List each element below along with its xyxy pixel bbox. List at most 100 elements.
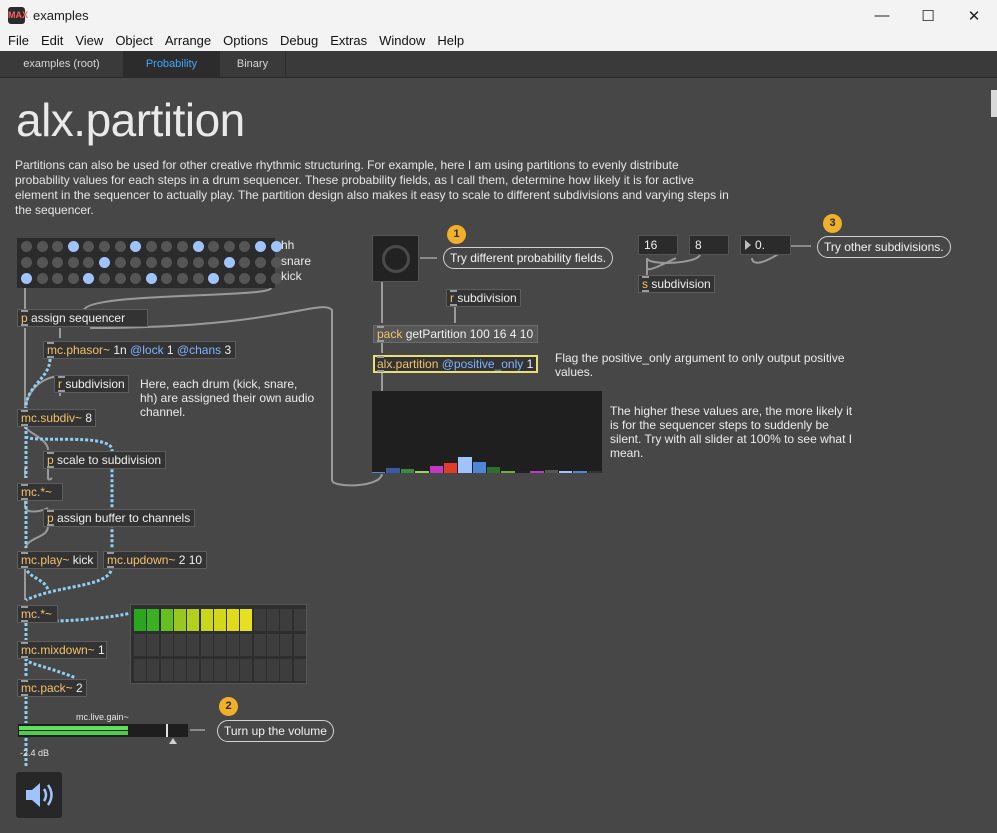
sequencer-step[interactable] xyxy=(177,273,188,284)
probability-multislider[interactable] xyxy=(372,391,602,473)
tab-examples-root[interactable]: examples (root) xyxy=(0,51,124,77)
mc-pack-object[interactable]: mc.pack~ 2 xyxy=(17,679,87,697)
gain-slider[interactable] xyxy=(18,724,188,737)
sequencer-step[interactable] xyxy=(255,241,266,252)
sequencer-step[interactable] xyxy=(130,257,142,268)
probability-bar[interactable] xyxy=(472,462,486,473)
sequencer-step[interactable] xyxy=(36,257,48,268)
sequencer-step[interactable] xyxy=(208,273,220,284)
minimize-button[interactable]: — xyxy=(859,0,905,31)
receive-subdivision-left[interactable]: r subdivision xyxy=(54,375,129,393)
sequencer-step[interactable] xyxy=(67,241,79,252)
sequencer-step[interactable] xyxy=(21,241,32,252)
float-number-box[interactable]: 0. xyxy=(740,235,791,255)
probability-bar[interactable] xyxy=(487,467,501,473)
number-box-16[interactable]: 16 xyxy=(638,235,678,255)
sequencer-step[interactable] xyxy=(255,257,266,268)
probability-bar[interactable] xyxy=(530,471,544,473)
sequencer-step[interactable] xyxy=(270,273,282,284)
gain-slider-thumb[interactable] xyxy=(166,724,168,737)
probability-bar[interactable] xyxy=(501,471,515,473)
menu-object[interactable]: Object xyxy=(109,31,159,51)
sequencer-step[interactable] xyxy=(67,273,79,284)
menu-edit[interactable]: Edit xyxy=(35,31,69,51)
sequencer-step[interactable] xyxy=(239,241,251,252)
menu-window[interactable]: Window xyxy=(373,31,431,51)
sequencer-step[interactable] xyxy=(36,273,48,284)
mc-updown-object[interactable]: mc.updown~ 2 10 xyxy=(103,551,207,569)
sequencer-step[interactable] xyxy=(99,273,110,284)
probability-bar[interactable] xyxy=(587,471,601,473)
sequencer-step[interactable] xyxy=(161,257,173,268)
alx-partition-object[interactable]: alx.partition @positive_only 1 xyxy=(373,355,538,373)
menu-options[interactable]: Options xyxy=(217,31,274,51)
dial-icon[interactable] xyxy=(372,235,419,282)
sequencer-step[interactable] xyxy=(208,241,220,252)
patcher-canvas[interactable]: alx.partition Partitions can also be use… xyxy=(0,78,997,833)
drum-sequencer-grid[interactable] xyxy=(17,238,282,288)
probability-bar[interactable] xyxy=(386,468,400,473)
sequencer-step[interactable] xyxy=(52,273,64,284)
menu-debug[interactable]: Debug xyxy=(274,31,324,51)
probability-bar[interactable] xyxy=(458,457,472,473)
sequencer-step[interactable] xyxy=(83,241,95,252)
mc-play-kick-object[interactable]: mc.play~ kick xyxy=(17,551,98,569)
probability-bar[interactable] xyxy=(544,469,558,473)
sequencer-step[interactable] xyxy=(36,241,48,252)
sequencer-step[interactable] xyxy=(130,273,142,284)
sequencer-step[interactable] xyxy=(239,257,251,268)
sequencer-step[interactable] xyxy=(52,241,64,252)
sequencer-step[interactable] xyxy=(192,241,204,252)
probability-bar[interactable] xyxy=(429,465,443,473)
tab-binary[interactable]: Binary xyxy=(220,51,286,77)
menu-arrange[interactable]: Arrange xyxy=(159,31,217,51)
menu-view[interactable]: View xyxy=(69,31,109,51)
sequencer-step[interactable] xyxy=(192,257,204,268)
send-subdivision-object[interactable]: s subdivision xyxy=(638,275,715,293)
sequencer-step[interactable] xyxy=(145,257,157,268)
probability-bar[interactable] xyxy=(573,470,587,473)
sequencer-step[interactable] xyxy=(161,273,173,284)
sequencer-step[interactable] xyxy=(177,257,188,268)
mc-phasor-object[interactable]: mc.phasor~ 1n @lock 1 @chans 3 xyxy=(43,341,236,359)
sequencer-step[interactable] xyxy=(270,257,282,268)
probability-bar[interactable] xyxy=(400,468,415,473)
receive-subdivision-right[interactable]: r subdivision xyxy=(446,289,521,307)
maximize-button[interactable]: ☐ xyxy=(905,0,951,31)
sequencer-step[interactable] xyxy=(255,273,266,284)
sequencer-step[interactable] xyxy=(114,273,126,284)
mc-subdiv-object[interactable]: mc.subdiv~ 8 xyxy=(17,409,96,427)
mc-mixdown-object[interactable]: mc.mixdown~ 1 xyxy=(17,641,107,659)
sequencer-step[interactable] xyxy=(99,257,110,268)
probability-bar[interactable] xyxy=(443,463,458,473)
probability-bar[interactable] xyxy=(415,470,429,473)
probability-bar[interactable] xyxy=(558,471,573,473)
tab-probability[interactable]: Probability xyxy=(124,51,220,77)
menu-help[interactable]: Help xyxy=(431,31,470,51)
sequencer-step[interactable] xyxy=(161,241,173,252)
sequencer-step[interactable] xyxy=(145,273,157,284)
sequencer-step[interactable] xyxy=(114,241,126,252)
sequencer-step[interactable] xyxy=(192,273,204,284)
sequencer-step[interactable] xyxy=(208,257,220,268)
sequencer-step[interactable] xyxy=(99,241,110,252)
speaker-icon[interactable] xyxy=(16,772,62,818)
sequencer-step[interactable] xyxy=(177,241,188,252)
sequencer-step[interactable] xyxy=(223,257,235,268)
probability-bar[interactable] xyxy=(515,470,530,473)
probability-bar[interactable] xyxy=(372,472,386,473)
sequencer-step[interactable] xyxy=(130,241,142,252)
menu-file[interactable]: File xyxy=(2,31,35,51)
sequencer-step[interactable] xyxy=(21,273,32,284)
scale-to-subdivision-object[interactable]: p scale to subdivision xyxy=(43,451,166,469)
mc-mult-object-2[interactable]: mc.*~ xyxy=(17,605,58,623)
sequencer-step[interactable] xyxy=(223,273,235,284)
assign-buffer-object[interactable]: p assign buffer to channels xyxy=(43,509,195,527)
number-box-8[interactable]: 8 xyxy=(689,235,729,255)
sequencer-step[interactable] xyxy=(83,273,95,284)
mc-mult-object-1[interactable]: mc.*~ xyxy=(17,483,63,501)
sequencer-step[interactable] xyxy=(145,241,157,252)
sequencer-step[interactable] xyxy=(239,273,251,284)
sequencer-step[interactable] xyxy=(52,257,64,268)
sequencer-step[interactable] xyxy=(270,241,282,252)
